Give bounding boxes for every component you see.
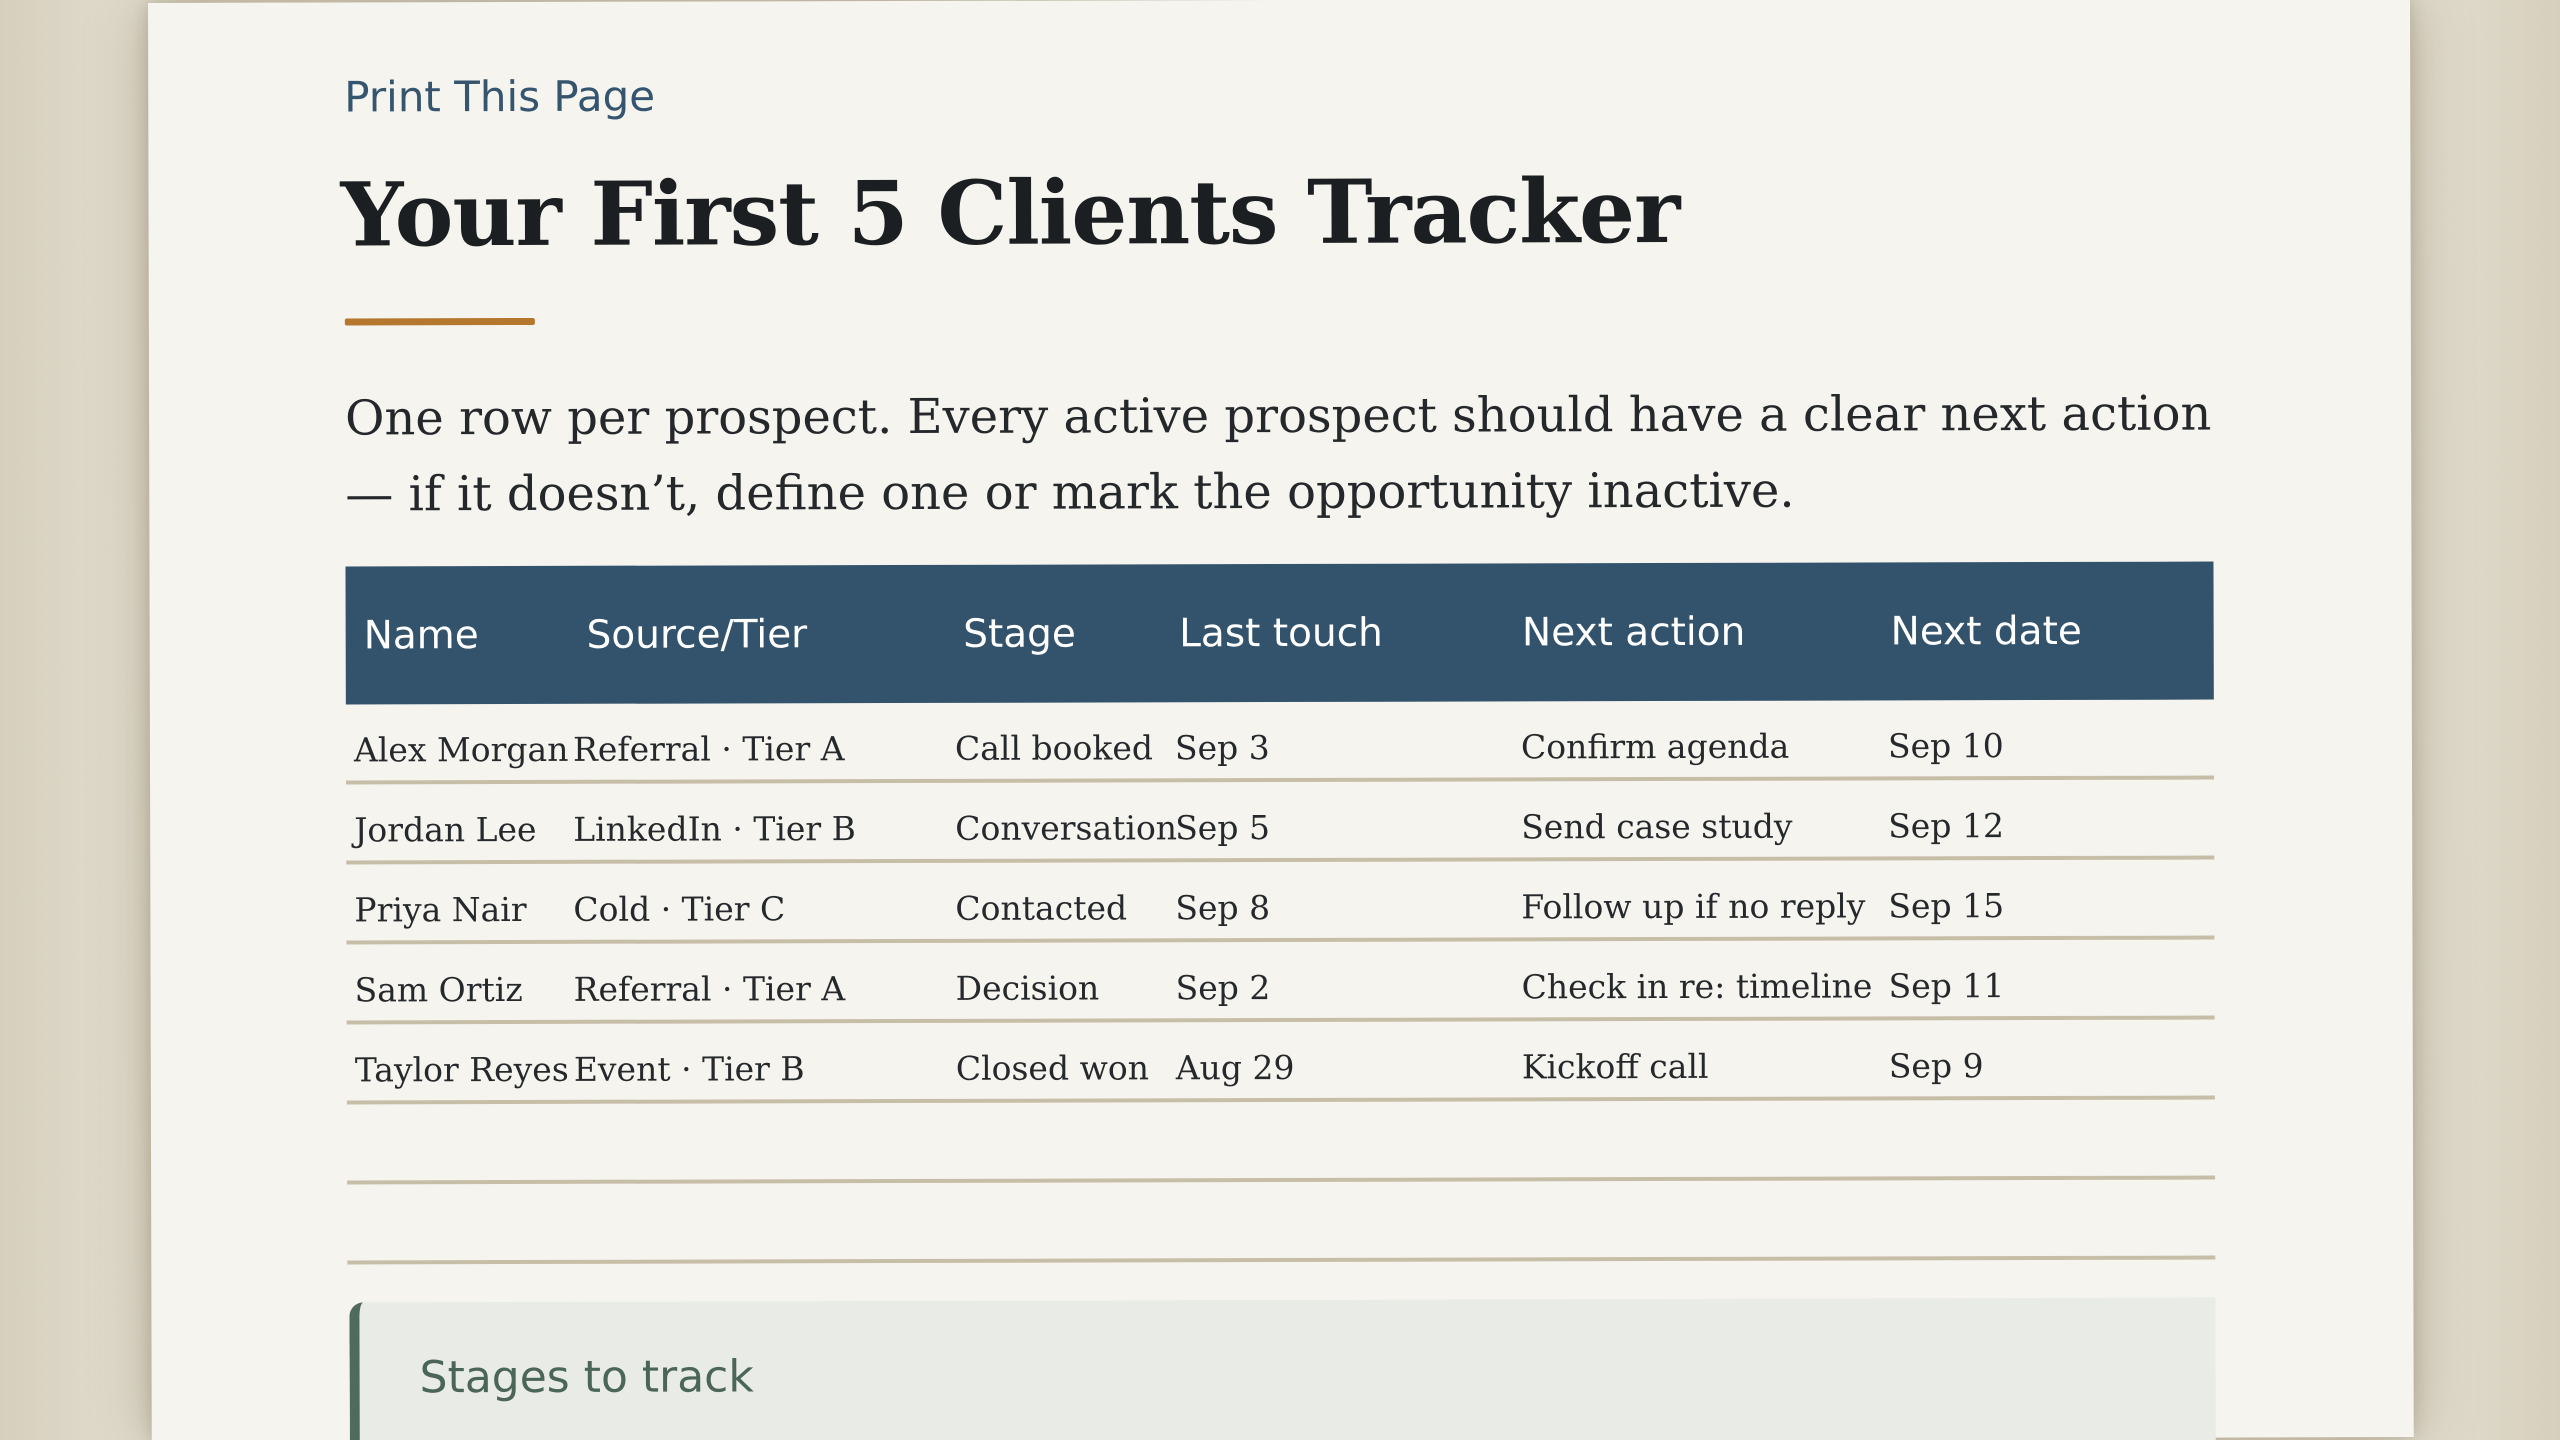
cell-source-tier: Referral · Tier A bbox=[573, 968, 846, 1009]
clients-tracker-table: Name Source/Tier Stage Last touch Next a… bbox=[345, 561, 2216, 1265]
cell-next-action: Check in re: timeline bbox=[1521, 965, 1873, 1006]
cell-next-action: Kickoff call bbox=[1521, 1046, 1709, 1086]
cell-next-date: Sep 9 bbox=[1888, 1045, 1984, 1085]
cell-stage: Conversation bbox=[955, 807, 1178, 848]
cell-stage: Call booked bbox=[954, 727, 1154, 768]
table-row: Jordan Lee LinkedIn · Tier B Conversatio… bbox=[346, 779, 2215, 865]
page-content: Print This Page Your First 5 Clients Tra… bbox=[340, 0, 2216, 1440]
cell-name: Taylor Reyes bbox=[354, 1049, 569, 1089]
cell-next-action: Confirm agenda bbox=[1520, 726, 1790, 766]
header-last-touch: Last touch bbox=[1179, 610, 1383, 656]
cell-source-tier: Referral · Tier A bbox=[572, 728, 845, 769]
cell-next-date: Sep 12 bbox=[1888, 805, 2004, 845]
cell-last-touch: Sep 2 bbox=[1175, 967, 1271, 1007]
stages-callout: Stages to track bbox=[349, 1297, 2216, 1440]
cell-last-touch: Aug 29 bbox=[1175, 1047, 1295, 1087]
table-row: Priya Nair Cold · Tier C Contacted Sep 8… bbox=[346, 859, 2215, 945]
print-page-link[interactable]: Print This Page bbox=[344, 72, 655, 122]
table-row: Alex Morgan Referral · Tier A Call booke… bbox=[345, 699, 2215, 785]
intro-paragraph: One row per prospect. Every active prosp… bbox=[345, 385, 2212, 523]
cell-next-date: Sep 15 bbox=[1888, 885, 2005, 925]
table-header: Name Source/Tier Stage Last touch Next a… bbox=[345, 561, 2214, 705]
cell-stage: Contacted bbox=[955, 887, 1128, 928]
header-source-tier: Source/Tier bbox=[586, 611, 808, 658]
header-stage: Stage bbox=[963, 611, 1076, 657]
cell-last-touch: Sep 8 bbox=[1175, 887, 1271, 927]
cell-name: Alex Morgan bbox=[353, 729, 569, 769]
cell-last-touch: Sep 3 bbox=[1174, 727, 1270, 767]
cell-next-date: Sep 10 bbox=[1887, 725, 2004, 765]
cell-source-tier: LinkedIn · Tier B bbox=[573, 808, 856, 849]
header-next-date: Next date bbox=[1890, 608, 2082, 654]
blank-table-row bbox=[347, 1179, 2216, 1265]
callout-title: Stages to track bbox=[419, 1351, 754, 1404]
title-accent-rule bbox=[344, 317, 535, 326]
cell-last-touch: Sep 5 bbox=[1175, 807, 1270, 847]
cell-source-tier: Event · Tier B bbox=[573, 1048, 805, 1089]
cell-name: Jordan Lee bbox=[354, 809, 537, 849]
table-row: Taylor Reyes Event · Tier B Closed won A… bbox=[346, 1019, 2215, 1105]
cell-stage: Decision bbox=[955, 967, 1100, 1008]
blank-table-row bbox=[346, 1099, 2216, 1185]
header-next-action: Next action bbox=[1521, 609, 1746, 655]
table-row: Sam Ortiz Referral · Tier A Decision Sep… bbox=[346, 939, 2215, 1025]
header-name: Name bbox=[363, 612, 479, 658]
paper-sheet: Print This Page Your First 5 Clients Tra… bbox=[148, 0, 2414, 1440]
cell-source-tier: Cold · Tier C bbox=[573, 888, 786, 929]
cell-next-action: Send case study bbox=[1521, 806, 1793, 846]
cell-next-action: Follow up if no reply bbox=[1521, 885, 1866, 926]
cell-next-date: Sep 11 bbox=[1888, 965, 2005, 1005]
cell-name: Priya Nair bbox=[354, 889, 527, 929]
cell-name: Sam Ortiz bbox=[354, 969, 523, 1009]
page-title: Your First 5 Clients Tracker bbox=[340, 158, 1680, 267]
cell-stage: Closed won bbox=[955, 1047, 1149, 1088]
